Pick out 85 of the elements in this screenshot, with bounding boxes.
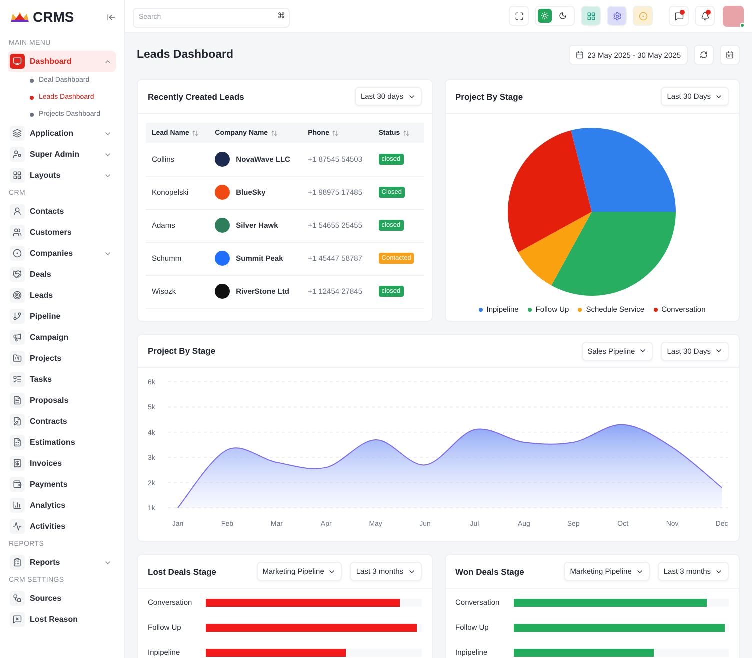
grid-button[interactable] <box>581 6 601 26</box>
sidebar-item[interactable]: Contacts <box>8 201 116 222</box>
sidebar-item[interactable]: Payments <box>8 474 116 495</box>
fullscreen-icon <box>514 12 524 20</box>
sidebar-item[interactable]: Pipeline <box>8 306 116 327</box>
sidebar-item[interactable]: Projects <box>8 348 116 369</box>
crown-logo-icon <box>10 11 30 23</box>
refresh-icon <box>700 51 708 59</box>
chat-icon <box>674 12 684 20</box>
settings-button[interactable] <box>607 6 627 26</box>
chevron-down-icon <box>715 347 723 355</box>
company-logo-icon <box>215 284 230 299</box>
menu-icon <box>13 480 22 489</box>
card-title: Project By Stage <box>456 92 524 102</box>
menu-icon <box>13 207 22 216</box>
sun-icon <box>541 12 549 20</box>
menu-icon <box>13 249 22 258</box>
sort-icon <box>271 130 278 136</box>
menu-icon <box>13 228 22 237</box>
company-logo-icon <box>215 185 230 200</box>
grid-icon <box>586 12 596 20</box>
notifications-button[interactable] <box>695 6 715 26</box>
sidebar-item[interactable]: Activities <box>8 516 116 537</box>
moon-icon <box>559 12 567 20</box>
menu-icon <box>13 501 22 510</box>
sidebar-item[interactable]: Analytics <box>8 495 116 516</box>
sidebar-item[interactable]: Companies <box>8 243 116 264</box>
menu-icon <box>13 312 22 321</box>
company-logo-icon <box>215 152 230 167</box>
sidebar-item[interactable]: Campaign <box>8 327 116 348</box>
logo-text: CRMS <box>33 9 74 25</box>
menu-icon <box>13 150 22 159</box>
menu-icon <box>13 615 22 624</box>
sidebar-item[interactable]: Layouts <box>8 165 116 186</box>
card-title: Won Deals Stage <box>456 566 526 576</box>
card-title: Project By Stage <box>148 346 217 356</box>
sidebar-item[interactable]: Leads <box>8 285 116 306</box>
menu-icon <box>13 333 22 342</box>
sidebar-item[interactable]: Application <box>8 123 116 144</box>
fullscreen-button[interactable] <box>509 6 529 26</box>
sidebar-item[interactable]: Deals <box>8 264 116 285</box>
sidebar-item[interactable]: Tasks <box>8 369 116 390</box>
collapse-sidebar-icon[interactable] <box>107 12 116 22</box>
sidebar-item[interactable]: Invoices <box>8 453 116 474</box>
sidebar-item[interactable]: Contracts <box>8 411 116 432</box>
refresh-button[interactable] <box>694 45 714 65</box>
menu-icon <box>13 594 22 603</box>
sidebar-item[interactable]: Customers <box>8 222 116 243</box>
calendar-icon <box>576 51 584 59</box>
bell-icon <box>700 12 710 20</box>
menu-icon <box>13 171 22 180</box>
sidebar-item[interactable]: Sources <box>8 588 116 609</box>
menu-icon <box>13 558 22 567</box>
circle-dot-icon <box>638 12 648 20</box>
page-title: Leads Dashboard <box>137 49 234 61</box>
calendar-icon <box>726 51 734 59</box>
sort-icon <box>192 130 200 136</box>
menu-icon <box>13 354 22 363</box>
menu-icon <box>13 459 22 468</box>
card-title: Recently Created Leads <box>148 92 246 102</box>
sidebar-item[interactable]: Lost Reason <box>8 609 116 630</box>
menu-icon <box>13 57 22 66</box>
command-key-icon <box>278 12 285 19</box>
menu-icon <box>13 129 22 138</box>
menu-icon <box>13 396 22 405</box>
company-logo-icon <box>215 218 230 233</box>
sort-icon <box>403 130 410 136</box>
menu-icon <box>13 417 22 426</box>
company-logo-icon <box>215 251 230 266</box>
menu-icon <box>13 291 22 300</box>
card-title: Lost Deals Stage <box>148 566 218 576</box>
sort-icon <box>332 130 340 136</box>
sidebar-item[interactable]: Dashboard <box>8 51 116 72</box>
sidebar-item[interactable]: Super Admin <box>8 144 116 165</box>
sidebar-item[interactable]: Reports <box>8 552 116 573</box>
chevron-down-icon <box>639 347 648 355</box>
menu-icon <box>13 522 22 531</box>
sidebar-item[interactable]: Estimations <box>8 432 116 453</box>
messages-button[interactable] <box>669 6 689 26</box>
menu-icon <box>13 438 22 447</box>
menu-icon <box>13 375 22 384</box>
calendar-button[interactable] <box>720 45 740 65</box>
settings-icon <box>612 12 622 20</box>
menu-icon <box>13 270 22 279</box>
sidebar-item[interactable]: Proposals <box>8 390 116 411</box>
